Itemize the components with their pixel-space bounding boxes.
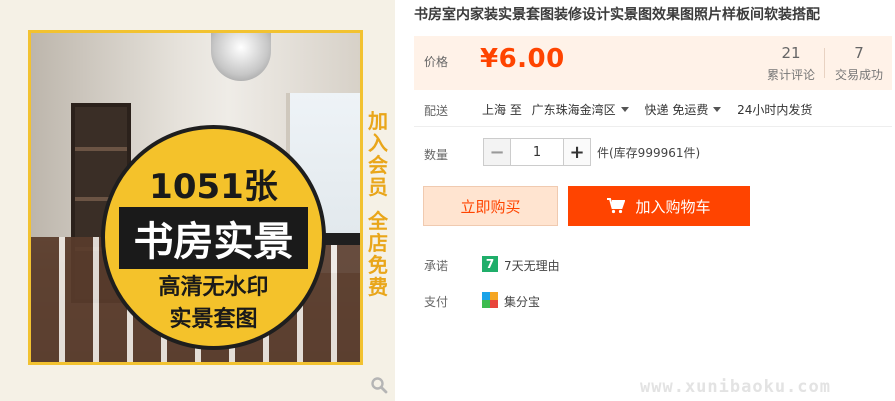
stock-text: 件(库存999961件) (597, 145, 701, 160)
quantity-stepper: − 1 + 件(库存999961件) (483, 138, 700, 166)
shipping-dispatch: 24小时内发货 (737, 103, 813, 117)
promise-label: 承诺 (424, 259, 449, 273)
product-page: 1051张 书房实景 高清无水印 实景套图 加入会员 全店免费 书房室内家装实景… (0, 0, 895, 401)
sales-stat: 7 交易成功 (832, 44, 886, 83)
watermark: www.xunibaoku.com (640, 377, 831, 397)
shipping-method-select[interactable]: 快递 免运费 (645, 101, 734, 118)
shipping-method: 快递 免运费 (644, 103, 709, 117)
zoom-icon[interactable] (370, 376, 388, 394)
side-promo: 加入会员 全店免费 (364, 110, 392, 298)
badge-title-text: 书房实景 (119, 207, 308, 269)
product-main-image[interactable]: 1051张 书房实景 高清无水印 实景套图 (28, 30, 363, 365)
add-to-cart-label: 加入购物车 (635, 197, 711, 216)
add-to-cart-button[interactable]: 加入购物车 (568, 186, 750, 226)
reviews-count: 21 (781, 44, 801, 62)
quantity-increase-button[interactable]: + (563, 138, 591, 166)
price-label: 价格 (424, 55, 449, 69)
shipping-row: 上海 至 广东珠海金湾区 快递 免运费 24小时内发货 (482, 101, 812, 118)
badge-subtitle-text: 高清无水印 (158, 275, 269, 300)
sales-label: 交易成功 (834, 68, 883, 82)
promo-badge: 1051张 书房实景 高清无水印 实景套图 (101, 125, 326, 350)
reviews-label: 累计评论 (766, 68, 815, 82)
stat-divider (824, 48, 825, 78)
chevron-down-icon (620, 107, 629, 112)
quantity-input[interactable]: 1 (511, 138, 563, 166)
badge-count-text: 1051张 (149, 167, 278, 207)
promise-text[interactable]: 7天无理由 (504, 257, 560, 274)
badge-footer-text: 实景套图 (169, 307, 258, 332)
divider (414, 126, 892, 127)
shipping-from: 上海 至 (482, 103, 522, 117)
cart-icon (607, 198, 626, 214)
quantity-decrease-button[interactable]: − (483, 138, 511, 166)
buy-now-button[interactable]: 立即购买 (423, 186, 558, 226)
reviews-stat[interactable]: 21 累计评论 (764, 44, 818, 83)
side-promo-bottom: 全店免费 (368, 209, 388, 299)
product-title: 书房室内家装实景套图装修设计实景图效果图照片样板间软装搭配 (414, 7, 820, 23)
sales-count: 7 (854, 44, 864, 62)
payment-text[interactable]: 集分宝 (504, 293, 540, 310)
price-panel: 价格 ¥6.00 21 累计评论 7 交易成功 (414, 36, 892, 90)
quantity-label: 数量 (424, 148, 449, 162)
jifenbao-icon (482, 292, 498, 308)
seven-day-return-icon: 7 (482, 256, 498, 272)
shipping-destination-select[interactable]: 广东珠海金湾区 (532, 101, 641, 118)
chevron-down-icon (713, 107, 722, 112)
shipping-destination: 广东珠海金湾区 (531, 103, 616, 117)
side-promo-top: 加入会员 (368, 109, 388, 199)
shipping-label: 配送 (424, 104, 449, 118)
price-value: ¥6.00 (480, 44, 565, 74)
payment-label: 支付 (424, 295, 449, 309)
product-gallery: 1051张 书房实景 高清无水印 实景套图 加入会员 全店免费 (0, 0, 395, 401)
